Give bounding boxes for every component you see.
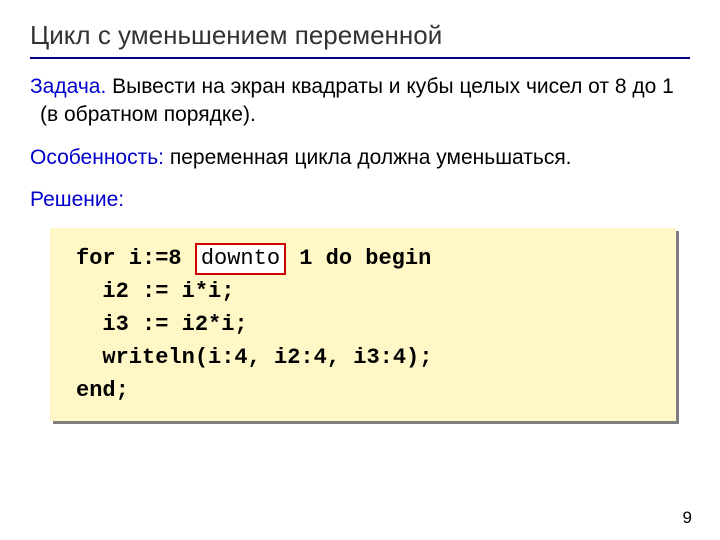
solution-label-paragraph: Решение:: [30, 186, 690, 214]
feature-paragraph: Особенность: переменная цикла должна уме…: [30, 144, 690, 172]
code-line-2: i2 := i*i;: [76, 279, 234, 304]
task-label: Задача.: [30, 75, 106, 98]
code-line-5: end;: [76, 378, 129, 403]
page-number: 9: [683, 508, 692, 528]
slide-title: Цикл с уменьшением переменной: [30, 20, 690, 51]
slide: Цикл с уменьшением переменной Задача. Вы…: [0, 0, 720, 540]
feature-label: Особенность:: [30, 146, 164, 169]
code-line-4: writeln(i:4, i2:4, i3:4);: [76, 345, 432, 370]
slide-body: Задача. Вывести на экран квадраты и кубы…: [30, 73, 690, 421]
task-text: Вывести на экран квадраты и кубы целых ч…: [40, 75, 674, 126]
code-line-1b: 1 do begin: [286, 246, 431, 271]
code-line-1a: for i:=8: [76, 246, 195, 271]
downto-keyword: downto: [195, 243, 286, 275]
solution-label: Решение:: [30, 188, 124, 211]
task-paragraph: Задача. Вывести на экран квадраты и кубы…: [30, 73, 690, 130]
code-line-3: i3 := i2*i;: [76, 312, 248, 337]
title-underline: [30, 57, 690, 59]
code-block: for i:=8 downto 1 do begin i2 := i*i; i3…: [50, 228, 676, 421]
feature-text: переменная цикла должна уменьшаться.: [164, 146, 572, 169]
